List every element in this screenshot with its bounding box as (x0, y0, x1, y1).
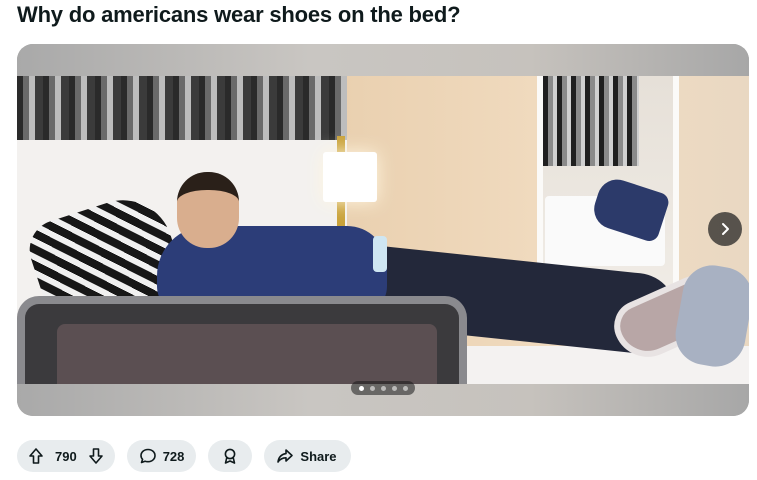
water-bottle (373, 236, 387, 272)
arrow-up-icon (29, 448, 43, 464)
vote-control: 790 (17, 440, 115, 472)
chevron-right-icon (722, 223, 729, 235)
pagination-dot[interactable] (380, 385, 386, 391)
award-button[interactable] (208, 440, 253, 472)
gallery-next-button[interactable] (708, 212, 742, 246)
share-button[interactable]: Share (264, 440, 351, 472)
post-action-bar: 790 728 Share (17, 440, 351, 472)
image-gallery[interactable] (17, 44, 749, 416)
comment-count: 728 (162, 448, 185, 464)
comments-button[interactable]: 728 (126, 440, 197, 472)
upvote-button[interactable] (23, 443, 49, 469)
gallery-pagination (351, 381, 415, 395)
share-icon (277, 449, 294, 463)
wall-artwork (17, 76, 347, 140)
post-title: Why do americans wear shoes on the bed? (17, 2, 461, 27)
gallery-image[interactable] (17, 76, 749, 384)
vote-count: 790 (55, 448, 77, 464)
pagination-dot[interactable] (358, 385, 364, 391)
downvote-button[interactable] (83, 443, 109, 469)
comment-icon (139, 448, 156, 464)
award-icon (225, 448, 236, 464)
man-head (177, 172, 239, 248)
arrow-down-icon (88, 448, 103, 464)
pagination-dot[interactable] (391, 385, 397, 391)
pagination-dot[interactable] (369, 385, 375, 391)
suitcase-interior (57, 324, 437, 384)
lamp-shade (323, 152, 377, 202)
mirror-reflection-art (543, 76, 639, 166)
pagination-dot[interactable] (402, 385, 408, 391)
share-label: Share (300, 448, 337, 464)
